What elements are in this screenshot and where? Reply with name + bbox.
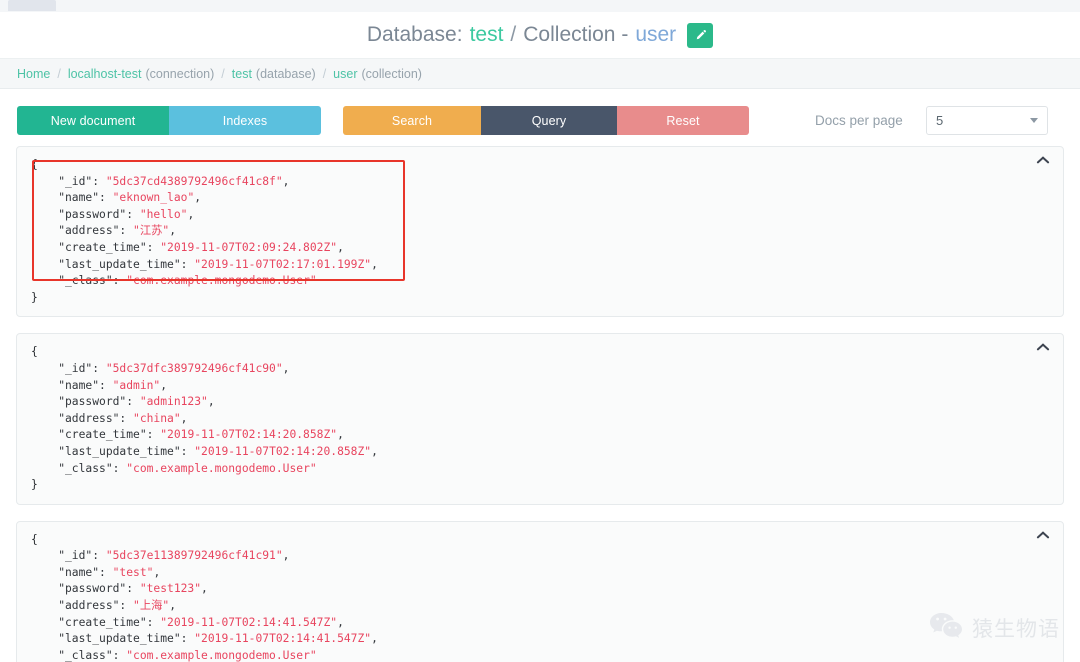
watermark-text: 猿生物语 [972, 616, 1060, 641]
browser-tab-strip [0, 0, 1080, 12]
page-header: Database: test / Collection - user [0, 12, 1080, 58]
field-value-create-time: "2019-11-07T02:14:20.858Z" [160, 428, 338, 442]
field-value-last-update-time: "2019-11-07T02:14:20.858Z" [194, 444, 372, 458]
field-value-name: "eknown_lao" [112, 191, 195, 205]
field-value-address: "上海" [133, 599, 170, 613]
toolbar-group-left: New document Indexes [17, 106, 321, 135]
field-value-create-time: "2019-11-07T02:14:41.547Z" [160, 615, 338, 629]
breadcrumb-item-connection-link[interactable]: localhost-test [68, 67, 142, 81]
chevron-up-icon[interactable] [1036, 155, 1050, 165]
search-button[interactable]: Search [343, 106, 481, 135]
document-json: { "_id": "5dc37dfc389792496cf41c90", "na… [31, 345, 378, 492]
field-value-class: "com.example.mongodemo.User" [126, 648, 317, 662]
breadcrumb-item-connection-suffix: (connection) [145, 66, 215, 81]
field-value-create-time: "2019-11-07T02:09:24.802Z" [160, 240, 338, 254]
breadcrumb-divider: / [57, 66, 61, 81]
docs-per-page-label: Docs per page [815, 113, 903, 128]
document-panel: { "_id": "5dc37dfc389792496cf41c90", "na… [16, 333, 1064, 505]
breadcrumb-item-collection-link[interactable]: user [333, 67, 357, 81]
chevron-up-icon[interactable] [1036, 530, 1050, 540]
app-root: Database: test / Collection - user Home … [0, 0, 1080, 662]
field-value-name: "test" [112, 565, 154, 579]
field-value-last-update-time: "2019-11-07T02:14:41.547Z" [194, 632, 372, 646]
toolbar-group-query: Search Query Reset [343, 106, 749, 135]
page-title-separator: / [510, 23, 517, 46]
breadcrumb-item-collection-suffix: (collection) [361, 66, 422, 81]
page-title-collection-label: Collection - [523, 23, 629, 46]
page-title: Database: test / Collection - user [366, 22, 714, 48]
breadcrumb-item-database-link[interactable]: test [232, 67, 252, 81]
toolbar: New document Indexes Search Query Reset … [0, 89, 1080, 146]
field-value-last-update-time: "2019-11-07T02:17:01.199Z" [194, 257, 372, 271]
field-value-password: "test123" [139, 582, 202, 596]
reset-button[interactable]: Reset [617, 106, 749, 135]
page-title-database-name: test [469, 23, 504, 46]
breadcrumb-item-home[interactable]: Home [17, 67, 50, 81]
docs-per-page-value: 5 [936, 113, 944, 128]
document-json: { "_id": "5dc37e11389792496cf41c91", "na… [31, 532, 378, 662]
field-value-address: "china" [133, 411, 181, 425]
indexes-button[interactable]: Indexes [169, 106, 321, 135]
field-value-id: "5dc37dfc389792496cf41c90" [105, 361, 283, 375]
document-json: { "_id": "5dc37cd4389792496cf41c8f", "na… [31, 158, 378, 304]
document-panel: { "_id": "5dc37e11389792496cf41c91", "na… [16, 520, 1064, 662]
watermark: 猿生物语 [929, 611, 1060, 644]
breadcrumb-item-connection[interactable]: localhost-test (connection) [68, 67, 214, 81]
browser-tab-fragment[interactable] [8, 0, 56, 11]
page-title-collection-name: user [635, 23, 677, 46]
chevron-up-icon[interactable] [1036, 342, 1050, 352]
chevron-down-icon [1030, 118, 1038, 123]
field-value-password: "admin123" [139, 395, 208, 409]
field-value-id: "5dc37e11389792496cf41c91" [105, 549, 283, 563]
breadcrumb-item-database-suffix: (database) [255, 66, 316, 81]
breadcrumb-item-database[interactable]: test (database) [232, 67, 316, 81]
field-value-class: "com.example.mongodemo.User" [126, 461, 317, 475]
page-title-database-label: Database: [366, 23, 463, 46]
documents-list: { "_id": "5dc37cd4389792496cf41c8f", "na… [0, 146, 1080, 662]
edit-collection-button[interactable] [687, 22, 714, 48]
pencil-icon [694, 29, 707, 42]
field-value-address: "江苏" [133, 224, 170, 238]
wechat-icon [929, 611, 963, 644]
query-button[interactable]: Query [481, 106, 617, 135]
breadcrumb-divider: / [221, 66, 225, 81]
breadcrumb: Home / localhost-test (connection) / tes… [0, 58, 1080, 89]
docs-per-page-select[interactable]: 5 [926, 106, 1048, 135]
document-panel: { "_id": "5dc37cd4389792496cf41c8f", "na… [16, 146, 1064, 318]
field-value-class: "com.example.mongodemo.User" [126, 274, 317, 288]
breadcrumb-divider: / [322, 66, 327, 81]
field-value-password: "hello" [139, 207, 188, 221]
new-document-button[interactable]: New document [17, 106, 169, 135]
field-value-id: "5dc37cd4389792496cf41c8f" [105, 174, 283, 188]
field-value-name: "admin" [112, 378, 161, 392]
breadcrumb-item-collection[interactable]: user (collection) [333, 67, 422, 81]
